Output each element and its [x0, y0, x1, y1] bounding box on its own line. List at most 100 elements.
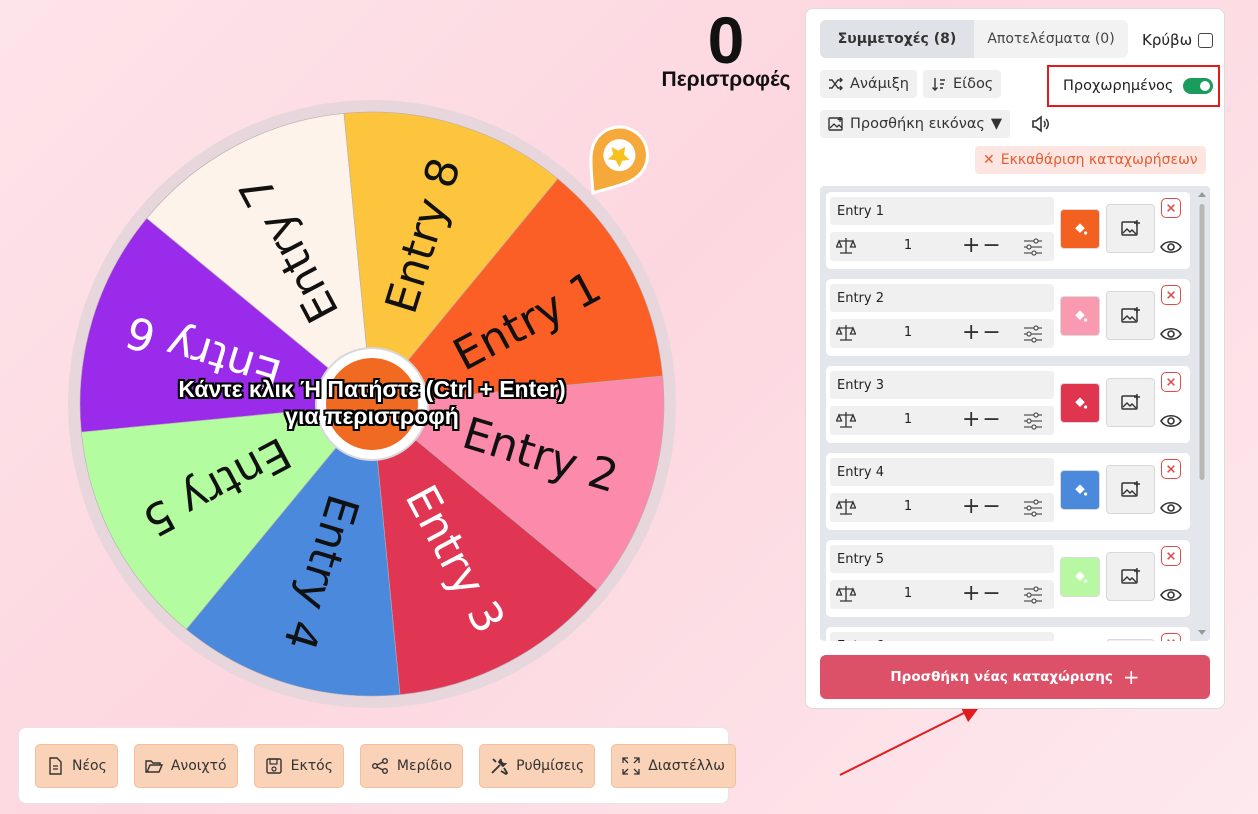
weight-row: 1 +− [830, 319, 1054, 348]
sliders-icon[interactable] [1022, 498, 1044, 518]
entry-name-input[interactable]: Entry 1 [830, 197, 1054, 225]
entry-image-button[interactable] [1106, 465, 1155, 514]
weight-value[interactable]: 1 [888, 412, 928, 427]
hide-checkbox[interactable] [1198, 32, 1214, 48]
image-add-icon [828, 117, 843, 131]
sort-button[interactable]: Είδος [923, 70, 1002, 98]
sound-icon[interactable] [1030, 114, 1050, 134]
delete-entry-button[interactable] [1161, 372, 1181, 392]
eye-icon[interactable] [1160, 413, 1182, 429]
save-button[interactable]: Εκτός [253, 743, 344, 788]
open-button[interactable]: Ανοιχτό [133, 743, 238, 788]
plus-icon: + [1122, 665, 1140, 689]
advanced-toggle[interactable] [1183, 78, 1214, 94]
entry-name-input[interactable]: Entry 3 [830, 371, 1054, 399]
weight-stepper[interactable]: +− [962, 494, 1003, 519]
expand-label: Διαστέλλω [648, 757, 725, 774]
delete-entry-button[interactable] [1161, 198, 1181, 218]
new-button[interactable]: Νέος [35, 743, 118, 788]
entry-image-button[interactable] [1106, 378, 1155, 427]
close-icon [1167, 465, 1175, 473]
new-label: Νέος [72, 757, 107, 774]
sliders-icon[interactable] [1022, 411, 1044, 431]
delete-entry-button[interactable] [1161, 285, 1181, 305]
paint-bucket-icon [1075, 484, 1088, 496]
entry-name-input[interactable]: Entry 5 [830, 545, 1054, 573]
save-icon [265, 757, 282, 774]
spin-hint[interactable]: Κάντε κλικ Ή Πατήστε (Ctrl + Enter) για … [64, 376, 680, 430]
entry-color-picker[interactable] [1060, 296, 1100, 336]
entries-list-container[interactable]: Entry 1 1 +− Entry 2 1 +− Entry 3 1 +− E… [820, 186, 1210, 641]
shuffle-label: Ανάμιξη [850, 76, 909, 92]
entry-name-input[interactable]: Entry 4 [830, 458, 1054, 486]
hide-toggle[interactable]: Κρύβω [1142, 31, 1214, 49]
spin-counter: 0 [707, 3, 745, 77]
delete-entry-button[interactable] [1161, 633, 1181, 641]
entry-color-picker[interactable] [1060, 470, 1100, 510]
shuffle-button[interactable]: Ανάμιξη [820, 70, 917, 98]
share-icon [371, 757, 388, 774]
spin-hint-line1: Κάντε κλικ Ή Πατήστε (Ctrl + Enter) [178, 376, 566, 402]
weight-row: 1 +− [830, 406, 1054, 435]
delete-entry-button[interactable] [1161, 459, 1181, 479]
weight-stepper[interactable]: +− [962, 581, 1003, 606]
balance-scale-icon [836, 586, 856, 602]
balance-scale-icon [836, 325, 856, 341]
entry-name-input[interactable]: Entry 2 [830, 284, 1054, 312]
weight-stepper[interactable]: +− [962, 233, 1003, 258]
entries-scrollbar[interactable] [1194, 186, 1210, 641]
weight-stepper[interactable]: +− [962, 320, 1003, 345]
entry-image-button[interactable] [1106, 204, 1155, 253]
share-button[interactable]: Μερίδιο [359, 743, 464, 788]
expand-button[interactable]: Διαστέλλω [611, 743, 736, 788]
weight-value[interactable]: 1 [888, 586, 928, 601]
entry-image-button[interactable] [1106, 291, 1155, 340]
advanced-mode-highlight: Προχωρημένος [1047, 65, 1220, 107]
entry-image-button[interactable] [1106, 552, 1155, 601]
weight-value[interactable]: 1 [888, 499, 928, 514]
entry-name-input[interactable]: Entry 6 [830, 632, 1054, 641]
entries-panel: Συμμετοχές (8) Αποτελέσματα (0) Κρύβω Αν… [805, 8, 1225, 709]
close-icon [1167, 291, 1175, 299]
weight-value[interactable]: 1 [888, 238, 928, 253]
entry-row: Entry 1 1 +− [826, 192, 1190, 269]
entry-color-picker[interactable] [1060, 383, 1100, 423]
image-add-icon [1120, 567, 1140, 584]
add-image-dropdown[interactable]: Προσθήκη εικόνας ▼ [820, 110, 1011, 138]
folder-open-icon [145, 759, 163, 773]
hide-label: Κρύβω [1142, 31, 1193, 49]
eye-icon[interactable] [1160, 326, 1182, 342]
paint-bucket-icon [1075, 571, 1088, 583]
entry-row: Entry 2 1 +− [826, 279, 1190, 356]
entry-color-picker[interactable] [1060, 557, 1100, 597]
weight-value[interactable]: 1 [888, 325, 928, 340]
spin-hint-line2: για περιστροφή [285, 403, 459, 429]
tab-results[interactable]: Αποτελέσματα (0) [974, 20, 1128, 58]
weight-row: 1 +− [830, 580, 1054, 609]
delete-entry-button[interactable] [1161, 546, 1181, 566]
sliders-icon[interactable] [1022, 237, 1044, 257]
clear-x-icon: ✕ [983, 152, 995, 168]
add-entry-button[interactable]: Προσθήκη νέας καταχώρισης + [820, 655, 1210, 699]
tab-entries[interactable]: Συμμετοχές (8) [820, 20, 974, 58]
advanced-label: Προχωρημένος [1063, 78, 1174, 94]
file-icon [49, 756, 62, 775]
weight-stepper[interactable]: +− [962, 407, 1003, 432]
paint-bucket-icon [1075, 397, 1088, 409]
clear-entries-button[interactable]: ✕ Εκκαθάριση καταχωρήσεων [975, 146, 1206, 174]
image-add-icon [1120, 219, 1140, 236]
entry-image-button[interactable] [1106, 639, 1155, 641]
eye-icon[interactable] [1160, 587, 1182, 603]
add-image-label: Προσθήκη εικόνας [850, 116, 985, 132]
balance-scale-icon [836, 238, 856, 254]
sliders-icon[interactable] [1022, 585, 1044, 605]
clear-label: Εκκαθάριση καταχωρήσεων [1000, 152, 1198, 168]
eye-icon[interactable] [1160, 239, 1182, 255]
eye-icon[interactable] [1160, 500, 1182, 516]
sort-icon [932, 78, 945, 91]
entry-color-picker[interactable] [1060, 209, 1100, 249]
sliders-icon[interactable] [1022, 324, 1044, 344]
spin-counter-label: Περιστροφές [661, 68, 791, 91]
entry-row: Entry 3 1 +− [826, 366, 1190, 443]
settings-button[interactable]: Ρυθμίσεις [479, 743, 596, 788]
